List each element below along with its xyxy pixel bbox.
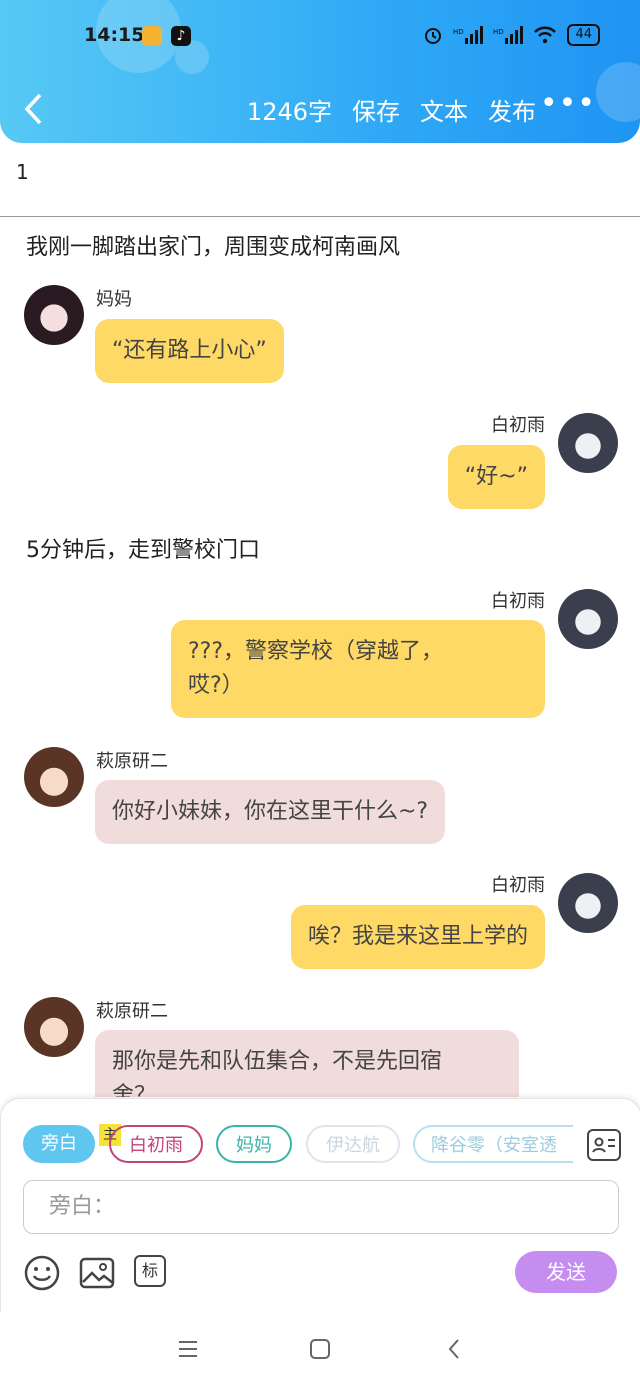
tiktok-icon: ♪	[171, 26, 191, 46]
svg-text:HD: HD	[453, 28, 464, 36]
image-icon[interactable]	[79, 1255, 115, 1291]
battery-indicator: 44	[567, 24, 600, 46]
text-button[interactable]: 文本	[420, 92, 468, 127]
system-nav-bar	[0, 1312, 640, 1387]
message-bubble[interactable]: 你好小妹妹，你在这里干什么~?	[95, 780, 446, 844]
message-line: ???，警察学校（穿越了，	[188, 639, 444, 664]
message-line: 那你是先和队伍集合，不是先回宿	[112, 1049, 443, 1074]
mark-button[interactable]: 标	[134, 1255, 166, 1287]
speaker-name: 萩原研二	[96, 1001, 168, 1022]
message-bubble[interactable]: ???，警察学校（穿越了， 哎?）	[171, 620, 545, 718]
speaker-name: 萩原研二	[96, 751, 168, 772]
message-bubble[interactable]: “好~”	[447, 445, 545, 509]
message-bubble[interactable]: “还有路上小心”	[95, 319, 284, 383]
save-button[interactable]: 保存	[352, 92, 400, 127]
app-header: 14:15 ♪ HD HD 44 1246字 保存 文本 发布 •••	[0, 0, 640, 143]
signal-icon: HD	[453, 26, 484, 44]
message-bubble[interactable]: 那你是先和队伍集合，不是先回宿 舍？	[95, 1030, 519, 1097]
message-line: 舍？	[112, 1083, 157, 1097]
speaker-name: 妈妈	[96, 289, 132, 310]
publish-button[interactable]: 发布	[488, 92, 536, 127]
message-bubble[interactable]: 唉？我是来这里上学的	[290, 905, 545, 969]
message-line: 哎?）	[188, 673, 244, 698]
character-chip-bai-chuyu[interactable]: 白初雨	[109, 1125, 203, 1163]
home-icon[interactable]	[309, 1338, 331, 1360]
nav-actions: 1246字 保存 文本 发布	[247, 92, 536, 127]
avatar-hagiwara[interactable]	[24, 997, 84, 1057]
contacts-card-icon[interactable]	[587, 1129, 621, 1161]
notification-app-icon	[142, 26, 162, 46]
clock: 14:15	[84, 24, 145, 46]
speaker-name: 白初雨	[491, 415, 545, 436]
send-button[interactable]: 发送	[515, 1251, 617, 1293]
back-arrow-icon[interactable]	[22, 92, 46, 126]
alarm-icon	[425, 28, 442, 44]
character-chip-mom[interactable]: 妈妈	[216, 1125, 292, 1163]
narration-text: 我刚一脚踏出家门，周围变成柯南画风	[26, 235, 401, 260]
more-options-button[interactable]: •••	[540, 86, 596, 121]
back-nav-icon[interactable]	[446, 1337, 462, 1361]
message-input[interactable]: 旁白：	[23, 1180, 619, 1234]
document-title[interactable]: 1	[16, 160, 29, 184]
top-nav: 1246字 保存 文本 发布 •••	[0, 86, 640, 130]
word-count: 1246字	[246, 98, 332, 126]
status-indicators: HD HD 44	[423, 24, 600, 46]
speaker-name: 白初雨	[491, 875, 545, 896]
wifi-icon	[534, 26, 557, 44]
character-chip-furuya-rei[interactable]: 降谷零（安室透	[413, 1125, 573, 1163]
avatar-mom[interactable]	[24, 285, 84, 345]
character-chip-date-wataru[interactable]: 伊达航	[306, 1125, 400, 1163]
menu-icon[interactable]	[177, 1339, 199, 1359]
emoji-icon[interactable]	[24, 1255, 60, 1291]
avatar-bai-chuyu[interactable]	[558, 873, 618, 933]
narration-text: 5分钟后，走到警校门口	[26, 538, 260, 563]
avatar-bai-chuyu[interactable]	[558, 589, 618, 649]
svg-text:HD: HD	[493, 28, 504, 36]
conversation: 我刚一脚踏出家门，周围变成柯南画风 妈妈 “还有路上小心” 白初雨 “好~” 5…	[0, 217, 640, 1097]
signal-icon: HD	[493, 26, 524, 44]
character-chip-narrator[interactable]: 旁白	[23, 1125, 95, 1163]
composer-panel: 旁白 主 白初雨 妈妈 伊达航 降谷零（安室透 旁白： 标 发送	[0, 1098, 640, 1314]
avatar-hagiwara[interactable]	[24, 747, 84, 807]
avatar-bai-chuyu[interactable]	[558, 413, 618, 473]
status-bar: 14:15 ♪ HD HD 44	[0, 24, 640, 52]
speaker-name: 白初雨	[491, 591, 545, 612]
